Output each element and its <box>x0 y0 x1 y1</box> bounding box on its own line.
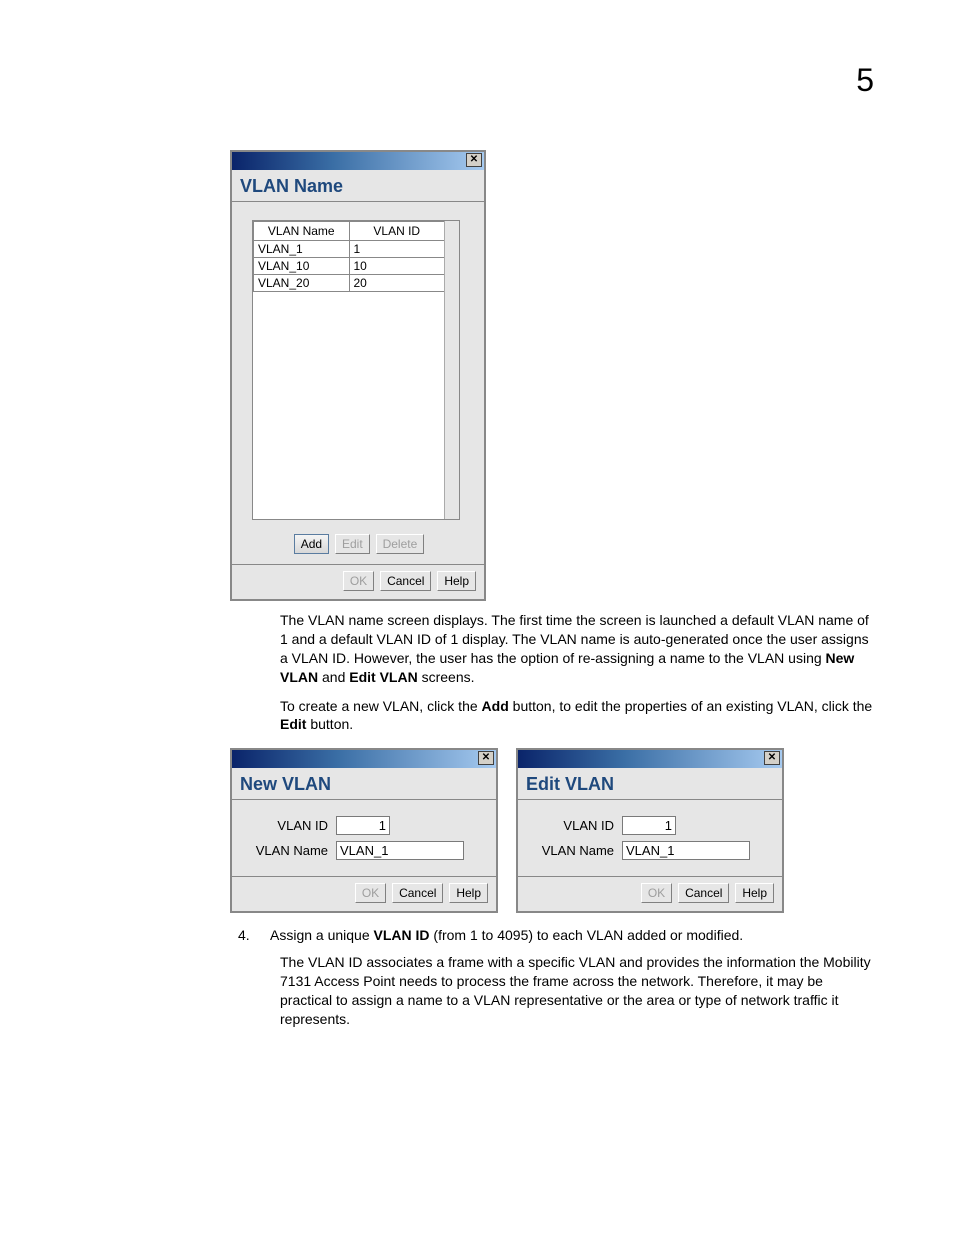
text-bold: VLAN ID <box>374 927 430 943</box>
ok-button[interactable]: OK <box>343 571 374 591</box>
cell-id: 10 <box>349 258 445 275</box>
step-number: 4. <box>220 927 270 943</box>
delete-button[interactable]: Delete <box>376 534 425 554</box>
col-header-name: VLAN Name <box>254 222 350 241</box>
vlan-name-input[interactable] <box>622 841 750 860</box>
table-row[interactable]: VLAN_20 20 <box>254 275 445 292</box>
text: The VLAN name screen displays. The first… <box>280 612 869 666</box>
table-header-row: VLAN Name VLAN ID <box>254 222 445 241</box>
vlan-id-label: VLAN ID <box>532 818 622 833</box>
help-button[interactable]: Help <box>449 883 488 903</box>
table-row[interactable]: VLAN_10 10 <box>254 258 445 275</box>
step-4: 4. Assign a unique VLAN ID (from 1 to 40… <box>220 927 894 943</box>
para2: To create a new VLAN, click the Add butt… <box>280 697 874 735</box>
close-icon[interactable]: ✕ <box>478 751 494 765</box>
cell-id: 20 <box>349 275 445 292</box>
titlebar: ✕ <box>518 750 782 768</box>
text: button. <box>306 716 353 732</box>
cancel-button[interactable]: Cancel <box>678 883 729 903</box>
text: and <box>318 669 349 685</box>
col-header-id: VLAN ID <box>349 222 445 241</box>
close-icon[interactable]: ✕ <box>466 153 482 167</box>
cancel-button[interactable]: Cancel <box>380 571 431 591</box>
vlan-name-label: VLAN Name <box>246 843 336 858</box>
text-bold: Edit <box>280 716 306 732</box>
vlan-table[interactable]: VLAN Name VLAN ID VLAN_1 1 VLAN_10 <box>252 220 460 520</box>
text: To create a new VLAN, click the <box>280 698 482 714</box>
edit-button[interactable]: Edit <box>335 534 370 554</box>
text: Assign a unique <box>270 927 374 943</box>
step-text: Assign a unique VLAN ID (from 1 to 4095)… <box>270 927 743 943</box>
ok-button[interactable]: OK <box>355 883 386 903</box>
cell-name: VLAN_1 <box>254 241 350 258</box>
text-bold: Edit VLAN <box>349 669 417 685</box>
cancel-button[interactable]: Cancel <box>392 883 443 903</box>
help-button[interactable]: Help <box>735 883 774 903</box>
ok-button[interactable]: OK <box>641 883 672 903</box>
titlebar: ✕ <box>232 152 484 170</box>
add-button[interactable]: Add <box>294 534 329 554</box>
vlan-id-input[interactable] <box>336 816 390 835</box>
para3: The VLAN ID associates a frame with a sp… <box>280 953 874 1029</box>
page-number: 5 <box>856 62 874 99</box>
vlan-name-dialog: ✕ VLAN Name VLAN Name VLAN ID <box>230 150 486 601</box>
text: button, to edit the properties of an exi… <box>509 698 872 714</box>
text: screens. <box>418 669 475 685</box>
cell-id: 1 <box>349 241 445 258</box>
vlan-name-label: VLAN Name <box>532 843 622 858</box>
dialog-title: VLAN Name <box>232 170 484 202</box>
vlan-id-label: VLAN ID <box>246 818 336 833</box>
cell-name: VLAN_10 <box>254 258 350 275</box>
new-vlan-dialog: ✕ New VLAN VLAN ID VLAN Name OK Cancel <box>230 748 498 913</box>
dialog-title: New VLAN <box>232 768 496 800</box>
titlebar: ✕ <box>232 750 496 768</box>
cell-name: VLAN_20 <box>254 275 350 292</box>
table-row[interactable]: VLAN_1 1 <box>254 241 445 258</box>
edit-vlan-dialog: ✕ Edit VLAN VLAN ID VLAN Name OK Cancel <box>516 748 784 913</box>
help-button[interactable]: Help <box>437 571 476 591</box>
close-icon[interactable]: ✕ <box>764 751 780 765</box>
vlan-name-input[interactable] <box>336 841 464 860</box>
para1: The VLAN name screen displays. The first… <box>280 611 874 687</box>
vlan-id-input[interactable] <box>622 816 676 835</box>
text-bold: Add <box>482 698 509 714</box>
dialog-title: Edit VLAN <box>518 768 782 800</box>
text: (from 1 to 4095) to each VLAN added or m… <box>430 927 744 943</box>
